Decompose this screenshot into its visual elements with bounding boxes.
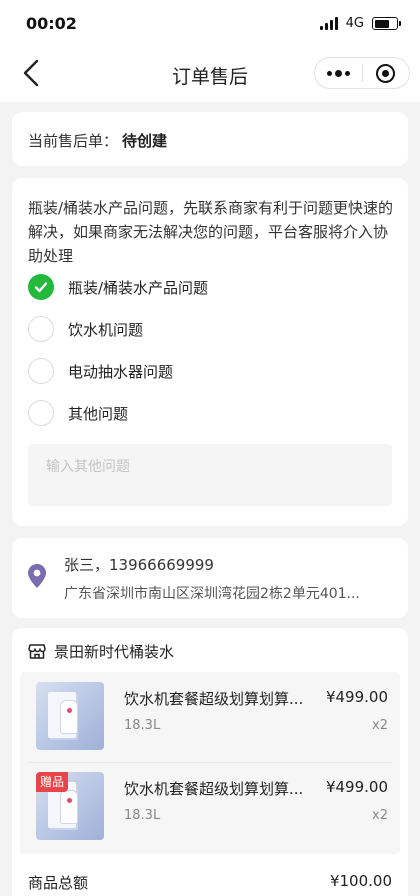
product-quantity: x2 xyxy=(372,718,388,733)
option-label: 饮水机问题 xyxy=(68,320,144,339)
product-spec: 18.3L xyxy=(124,808,161,823)
store-icon xyxy=(28,644,46,659)
goods-item[interactable]: 赠品 饮水机套餐超级划算划算... ¥499.00 18.3L x2 xyxy=(20,762,400,852)
nav-bar: 订单售后 xyxy=(0,46,420,102)
contact-name-phone: 张三，13966669999 xyxy=(64,556,214,574)
product-price: ¥499.00 xyxy=(325,688,388,706)
checked-radio-icon[interactable] xyxy=(28,274,54,300)
more-dots-icon[interactable] xyxy=(315,58,362,88)
battery-icon xyxy=(372,17,401,30)
after-sale-status-card: 当前售后单： 待创建 xyxy=(12,112,408,166)
product-price: ¥499.00 xyxy=(325,778,388,796)
goods-item[interactable]: 饮水机套餐超级划算划算... ¥499.00 18.3L x2 xyxy=(20,672,400,763)
unchecked-radio-icon[interactable] xyxy=(28,316,54,342)
unchecked-radio-icon[interactable] xyxy=(28,358,54,384)
status-label: 当前售后单： xyxy=(28,132,119,150)
status-time: 00:02 xyxy=(26,14,77,33)
store-header[interactable]: 景田新时代桶装水 xyxy=(28,640,174,662)
product-image xyxy=(36,682,104,750)
signal-icon xyxy=(319,17,340,30)
product-name: 饮水机套餐超级划算划算... xyxy=(124,780,304,798)
problem-description: 瓶装/桶装水产品问题，先联系商家有利于问题更快速的解决，如果商家无法解决您的问题… xyxy=(28,199,394,265)
option-water-product[interactable]: 瓶装/桶装水产品问题 xyxy=(28,272,368,302)
option-label: 瓶装/桶装水产品问题 xyxy=(68,278,209,297)
problem-type-card: 瓶装/桶装水产品问题，先联系商家有利于问题更快速的解决，如果商家无法解决您的问题… xyxy=(12,178,408,526)
address-detail: 广东省深圳市南山区深圳湾花园2栋2单元401... xyxy=(64,586,360,602)
address-card[interactable]: 张三，13966669999 广东省深圳市南山区深圳湾花园2栋2单元401... xyxy=(12,538,408,618)
mini-program-capsule xyxy=(314,57,410,89)
option-electric-pump[interactable]: 电动抽水器问题 xyxy=(28,356,368,386)
option-label: 其他问题 xyxy=(68,404,129,423)
product-name: 饮水机套餐超级划算划算... xyxy=(124,690,304,708)
goods-card: 景田新时代桶装水 饮水机套餐超级划算划算... ¥499.00 18.3L x2… xyxy=(12,628,408,896)
network-type: 4G xyxy=(345,16,364,31)
goods-list: 饮水机套餐超级划算划算... ¥499.00 18.3L x2 赠品 饮水机套餐… xyxy=(20,672,400,854)
total-label: 商品总额 xyxy=(28,874,89,892)
unchecked-radio-icon[interactable] xyxy=(28,400,54,426)
close-target-icon[interactable] xyxy=(362,58,409,88)
product-spec: 18.3L xyxy=(124,718,161,733)
option-other[interactable]: 其他问题 xyxy=(28,398,368,428)
option-water-dispenser[interactable]: 饮水机问题 xyxy=(28,314,368,344)
status-value: 待创建 xyxy=(122,132,168,150)
option-label: 电动抽水器问题 xyxy=(68,362,174,381)
total-value: ¥100.00 xyxy=(329,872,392,890)
product-quantity: x2 xyxy=(372,808,388,823)
status-bar: 00:02 4G xyxy=(0,0,420,46)
other-problem-input[interactable] xyxy=(28,444,392,506)
location-pin-icon xyxy=(28,564,46,588)
status-indicators: 4G xyxy=(319,16,401,31)
store-name: 景田新时代桶装水 xyxy=(54,642,175,661)
gift-badge: 赠品 xyxy=(36,772,69,792)
